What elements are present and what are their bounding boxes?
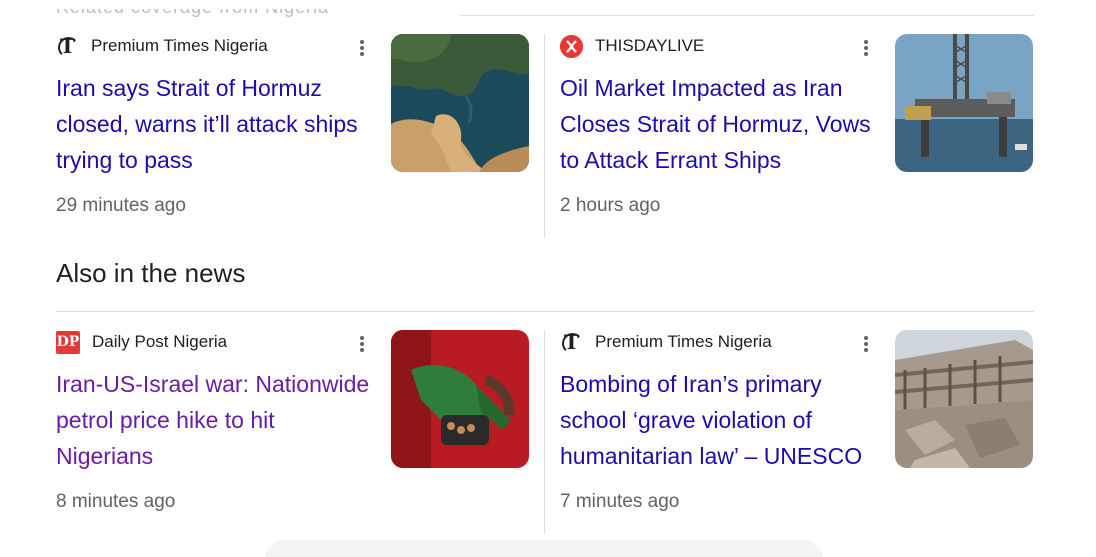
- news-headline-link[interactable]: Iran says Strait of Hormuz closed, warns…: [56, 70, 374, 178]
- news-source: DP Daily Post Nigeria: [56, 330, 227, 354]
- news-thumbnail-image[interactable]: [895, 34, 1033, 172]
- section-heading: Also in the news: [56, 258, 246, 288]
- more-options-icon[interactable]: [354, 332, 370, 356]
- premium-times-logo-icon: T: [560, 330, 583, 354]
- source-name: Daily Post Nigeria: [92, 332, 228, 351]
- news-thumbnail-image[interactable]: [391, 330, 529, 468]
- news-source: T Premium Times Nigeria: [56, 34, 268, 58]
- news-headline-link[interactable]: Iran-US-Israel war: Nationwide petrol pr…: [56, 366, 374, 474]
- section-divider: [56, 311, 1034, 312]
- source-name: Premium Times Nigeria: [91, 36, 268, 55]
- source-name: Premium Times Nigeria: [595, 332, 772, 351]
- more-options-icon[interactable]: [858, 36, 874, 60]
- column-divider: [544, 34, 545, 238]
- thisdaylive-logo-icon: [560, 34, 583, 58]
- news-source: THISDAYLIVE: [560, 34, 704, 58]
- news-thumbnail-image[interactable]: [895, 330, 1033, 468]
- partial-section-heading: Related coverage from Nigeria: [56, 9, 456, 17]
- news-timestamp: 8 minutes ago: [56, 491, 176, 512]
- news-timestamp: 29 minutes ago: [56, 195, 186, 216]
- news-headline-link[interactable]: Bombing of Iran’s primary school ‘grave …: [560, 366, 878, 474]
- more-options-icon[interactable]: [858, 332, 874, 356]
- premium-times-logo-icon: T: [56, 34, 79, 58]
- news-headline-link[interactable]: Oil Market Impacted as Iran Closes Strai…: [560, 70, 878, 178]
- more-news-button[interactable]: [265, 540, 823, 557]
- news-timestamp: 7 minutes ago: [560, 491, 680, 512]
- news-card[interactable]: T Premium Times Nigeria Bombing of Iran’…: [560, 330, 1038, 540]
- source-name: THISDAYLIVE: [595, 36, 705, 55]
- news-timestamp: 2 hours ago: [560, 195, 661, 216]
- news-card[interactable]: DP Daily Post Nigeria Iran-US-Israel war…: [56, 330, 534, 540]
- news-source: T Premium Times Nigeria: [560, 330, 772, 354]
- news-card[interactable]: T Premium Times Nigeria Iran says Strait…: [56, 34, 534, 244]
- news-thumbnail-image[interactable]: [391, 34, 529, 172]
- top-divider: [460, 15, 1034, 16]
- news-results-page: Related coverage from Nigeria T Premium …: [0, 0, 1096, 557]
- news-card[interactable]: THISDAYLIVE Oil Market Impacted as Iran …: [560, 34, 1038, 244]
- daily-post-logo-icon: DP: [56, 330, 80, 354]
- more-options-icon[interactable]: [354, 36, 370, 60]
- column-divider: [544, 330, 545, 534]
